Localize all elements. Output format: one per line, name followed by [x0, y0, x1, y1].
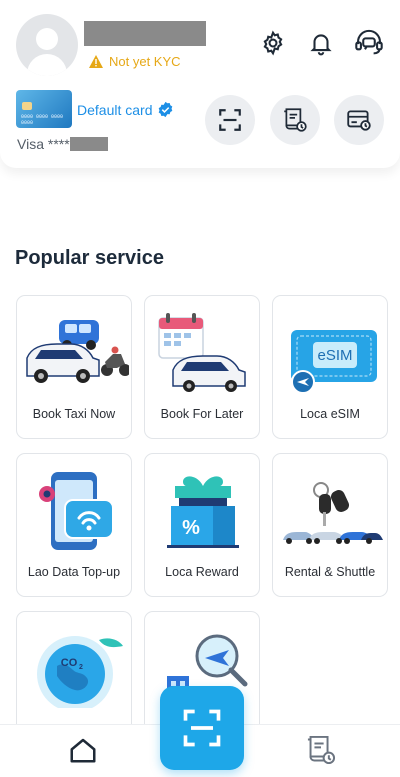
card-image-number: 0000 0000 0000 0000	[21, 114, 64, 126]
avatar[interactable]	[16, 14, 78, 76]
verified-check-icon	[159, 101, 173, 118]
scan-frame-icon	[183, 709, 221, 747]
credit-card-image[interactable]: 0000 0000 0000 0000	[16, 90, 72, 128]
service-label: Book For Later	[160, 407, 244, 421]
service-loca-esim[interactable]: eSIM Loca eSIM	[272, 295, 388, 439]
svg-text:2: 2	[79, 664, 83, 671]
taxi-cars-icon	[26, 320, 129, 383]
avatar-head-shape	[36, 28, 58, 50]
card-number: Visa ****	[17, 136, 108, 152]
svg-text:eSIM: eSIM	[317, 347, 352, 364]
scan-fab-button[interactable]	[160, 686, 244, 770]
bill-icon	[284, 108, 307, 132]
bill-payment-button[interactable]	[270, 95, 320, 145]
service-label: Book Taxi Now	[32, 407, 116, 421]
avatar-body-shape	[27, 54, 67, 76]
warning-icon	[89, 55, 103, 68]
service-label: Rental & Shuttle	[284, 565, 376, 579]
phone-wifi-icon	[39, 472, 114, 550]
calendar-car-icon	[158, 313, 246, 392]
kyc-status[interactable]: Not yet KYC	[89, 54, 181, 69]
profile-header: Not yet KYC 0000 0000 0000 0000 Default …	[0, 0, 400, 168]
header-actions	[256, 26, 386, 60]
card-masked-prefix: Visa ****	[17, 136, 70, 152]
car-keys-icon	[283, 482, 383, 544]
kyc-status-text: Not yet KYC	[109, 54, 181, 69]
gear-icon	[263, 30, 283, 56]
bill-history-icon	[307, 735, 336, 765]
service-loca-reward[interactable]: % Loca Reward	[144, 453, 260, 597]
gift-voucher-icon: %	[167, 476, 239, 548]
service-book-for-later[interactable]: Book For Later	[144, 295, 260, 439]
nav-home-button[interactable]	[68, 735, 98, 765]
svg-text:CO: CO	[61, 657, 78, 669]
service-lao-data-topup[interactable]: Lao Data Top-up	[16, 453, 132, 597]
service-label: Lao Data Top-up	[27, 565, 121, 579]
service-book-taxi-now[interactable]: Book Taxi Now	[16, 295, 132, 439]
card-number-redacted	[69, 137, 108, 151]
support-button[interactable]	[352, 26, 386, 60]
notifications-button[interactable]	[304, 26, 338, 60]
esim-card-icon: eSIM	[291, 330, 377, 392]
scan-frame-icon	[219, 109, 241, 131]
home-icon	[70, 738, 96, 763]
scan-qr-button[interactable]	[205, 95, 255, 145]
settings-button[interactable]	[256, 26, 290, 60]
default-card-link[interactable]: Default card	[77, 101, 174, 118]
nav-bills-button[interactable]	[304, 733, 338, 767]
service-rental-shuttle[interactable]: Rental & Shuttle	[272, 453, 388, 597]
card-clock-icon	[347, 110, 371, 131]
section-title: Popular service	[15, 247, 164, 269]
card-chip	[22, 102, 32, 110]
wallet-card-button[interactable]	[334, 95, 384, 145]
user-name-redacted	[84, 21, 206, 46]
default-card-label: Default card	[77, 101, 153, 118]
headset-chat-icon	[355, 29, 383, 55]
service-label: Loca eSIM	[300, 407, 360, 421]
co2-globe-icon: CO 2	[37, 636, 123, 708]
service-label: Loca Reward	[165, 565, 239, 579]
svg-text:%: %	[182, 517, 200, 539]
bell-icon	[310, 34, 332, 56]
